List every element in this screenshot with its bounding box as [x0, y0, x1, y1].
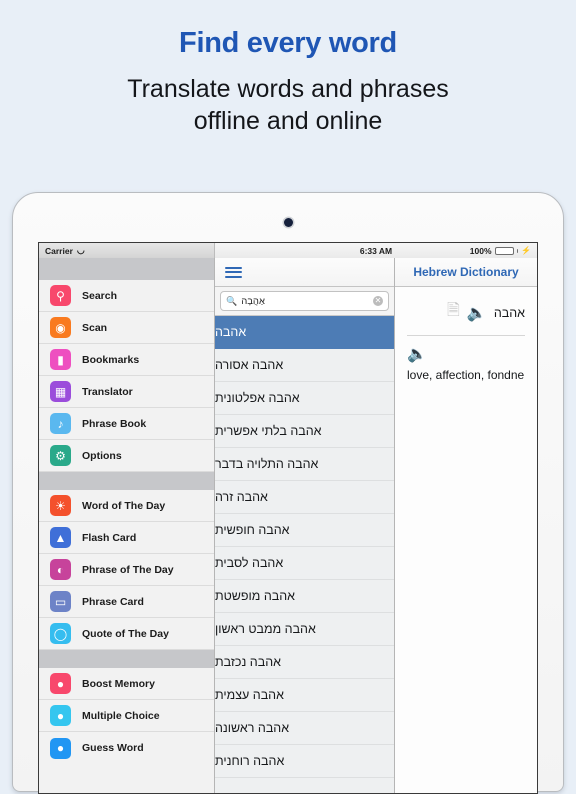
sidebar-top-band: [39, 258, 214, 280]
gear-icon: ⚙: [50, 445, 71, 466]
search-bar: 🔍 אַהֲבָה ✕: [215, 287, 394, 316]
search-input-value: אַהֲבָה: [241, 295, 265, 307]
chat-bubble-icon: ◐: [50, 559, 71, 580]
detail-body: אהבה 🔈 🗎 🔈 love, affection, fondne: [395, 287, 537, 793]
monitor-icon: ▭: [50, 591, 71, 612]
promo-subtitle-line1: Translate words and phrases: [127, 74, 449, 103]
sidebar-item-label: Options: [82, 449, 122, 462]
promo-title: Find every word: [179, 27, 397, 59]
word-list-item[interactable]: אהבה רוחנית: [215, 745, 394, 778]
sidebar-item-search[interactable]: ⚲ Search: [39, 280, 214, 312]
sidebar-item-label: Quote of The Day: [82, 627, 169, 640]
sidebar-item-translator[interactable]: ▦ Translator: [39, 376, 214, 408]
word-list-item[interactable]: אהבה זרה: [215, 481, 394, 514]
speech-wave-icon: ♪: [50, 413, 71, 434]
people-group-icon: ●: [50, 705, 71, 726]
detail-column: Hebrew Dictionary אהבה 🔈 🗎 🔈 love, affec…: [395, 258, 537, 793]
wifi-icon: ◡: [76, 245, 85, 255]
lightning-bolt-icon: ⚡: [521, 246, 531, 255]
battery-percent-label: 100%: [469, 245, 492, 256]
status-bar-left: Carrier ◡: [39, 243, 215, 258]
sidebar-item-label: Phrase Card: [82, 595, 144, 608]
sidebar-groups: ⚲ Search ◉ Scan ▮ Bookmarks ▦ Translator ♪ Phrase…: [39, 280, 214, 764]
speaker-icon[interactable]: 🔈: [467, 303, 487, 323]
word-list-item[interactable]: אהבה עצמית: [215, 679, 394, 712]
sidebar-item-options[interactable]: ⚙ Options: [39, 440, 214, 472]
word-list-item[interactable]: אהבה בלתי אפשרית: [215, 415, 394, 448]
sidebar-item-label: Search: [82, 289, 118, 302]
sidebar-item-boost-memory[interactable]: ● Boost Memory: [39, 668, 214, 700]
status-bar-right: 6:33 AM 100% ⚡: [215, 243, 537, 258]
sidebar-item-guess-word[interactable]: ● Guess Word: [39, 732, 214, 764]
translation-text: love, affection, fondne: [407, 368, 525, 382]
sidebar-item-label: Guess Word: [82, 742, 144, 754]
translator-icon: ▦: [50, 381, 71, 402]
word-list-item[interactable]: אהבה התלויה בדבר: [215, 448, 394, 481]
device-screen: Carrier ◡ 6:33 AM 100% ⚡ ⚲ Search ◉ Scan ▮ Bo…: [38, 242, 538, 794]
front-camera-icon: [283, 218, 293, 227]
word-list-item[interactable]: אהבה ממבט ראשון: [215, 613, 394, 646]
search-icon: 🔍: [226, 295, 238, 306]
sidebar-item-label: Boost Memory: [82, 677, 155, 690]
sidebar-item-scan[interactable]: ◉ Scan: [39, 312, 214, 344]
word-list-item[interactable]: אהבה: [215, 316, 394, 349]
word-list-item[interactable]: אהבה אפלטונית: [215, 382, 394, 415]
list-navbar: [215, 258, 394, 287]
word-list-item[interactable]: אהבה מופשטת: [215, 580, 394, 613]
sidebar-item-label: Phrase Book: [82, 417, 147, 430]
magnifier-icon: ⚲: [50, 285, 71, 306]
page-title: Hebrew Dictionary: [395, 258, 537, 287]
sidebar-item-label: Word of The Day: [82, 499, 166, 512]
sidebar-item-label: Flash Card: [82, 531, 137, 544]
sidebar-item-multiple-choice[interactable]: ● Multiple Choice: [39, 700, 214, 732]
sidebar-item-phrase-book[interactable]: ♪ Phrase Book: [39, 408, 214, 440]
sidebar-item-bookmarks[interactable]: ▮ Bookmarks: [39, 344, 214, 376]
hamburger-menu-icon[interactable]: [225, 264, 242, 280]
sidebar-item-label: Scan: [82, 321, 108, 334]
sidebar-item-phrase-of-the-day[interactable]: ◐ Phrase of The Day: [39, 554, 214, 586]
app-body: ⚲ Search ◉ Scan ▮ Bookmarks ▦ Translator ♪ Phrase…: [39, 258, 537, 793]
promo-subtitle: Translate words and phrases offline and …: [0, 73, 576, 138]
sidebar: ⚲ Search ◉ Scan ▮ Bookmarks ▦ Translator ♪ Phrase…: [39, 258, 215, 793]
battery-tip: [516, 248, 519, 253]
sidebar-group-separator: [39, 650, 214, 668]
bookmark-icon: ▮: [50, 349, 71, 370]
inbox-icon: ▲: [50, 527, 71, 548]
promo-subtitle-line2: offline and online: [193, 107, 383, 136]
sidebar-item-quote-of-the-day[interactable]: ◯ Quote of The Day: [39, 618, 214, 650]
word-list[interactable]: אהבה אהבה אסורה אהבה אפלטונית אהבה בלתי אפש…: [215, 316, 394, 793]
search-input[interactable]: 🔍 אַהֲבָה ✕: [220, 291, 389, 311]
document-icon[interactable]: 🗎: [447, 299, 460, 326]
sun-icon: ☀: [50, 495, 71, 516]
sidebar-item-flash-card[interactable]: ▲ Flash Card: [39, 522, 214, 554]
person-icon: ●: [50, 673, 71, 694]
camera-icon: ◉: [50, 317, 71, 338]
detail-headword: אהבה: [493, 305, 525, 320]
sidebar-item-word-of-the-day[interactable]: ☀ Word of The Day: [39, 490, 214, 522]
speaker-icon[interactable]: 🔈: [407, 346, 427, 363]
sidebar-group-separator: [39, 472, 214, 490]
sidebar-item-label: Bookmarks: [82, 353, 140, 366]
word-list-item[interactable]: אהבה חופשית: [215, 514, 394, 547]
battery-icon: [494, 246, 514, 255]
clear-circle-icon[interactable]: ✕: [373, 296, 383, 306]
carrier-label: Carrier: [45, 245, 73, 256]
word-list-item[interactable]: אהבה אסורה: [215, 349, 394, 382]
word-list-column: 🔍 אַהֲבָה ✕ אהבה אהבה אסורה אהבה אפלטונית א…: [215, 258, 395, 793]
person-blue-icon: ●: [50, 737, 71, 759]
word-list-item[interactable]: אהבה לסבית: [215, 547, 394, 580]
word-list-item[interactable]: אהבה נכזבת: [215, 646, 394, 679]
battery-indicator: 100% ⚡: [470, 246, 531, 256]
translation-speaker-row: 🔈: [395, 336, 537, 364]
promo-header: Find every word Translate words and phra…: [0, 0, 576, 138]
sidebar-item-label: Phrase of The Day: [82, 563, 174, 576]
quote-bubble-icon: ◯: [50, 623, 71, 644]
sidebar-item-label: Translator: [82, 385, 133, 398]
detail-headword-row: אהבה 🔈 🗎: [395, 299, 537, 326]
sidebar-item-label: Multiple Choice: [82, 709, 160, 722]
sidebar-item-phrase-card[interactable]: ▭ Phrase Card: [39, 586, 214, 618]
status-bar: Carrier ◡ 6:33 AM 100% ⚡: [39, 243, 537, 258]
tablet-mockup: Carrier ◡ 6:33 AM 100% ⚡ ⚲ Search ◉ Scan ▮ Bo…: [12, 192, 564, 794]
word-list-item[interactable]: אהבה ראשונה: [215, 712, 394, 745]
